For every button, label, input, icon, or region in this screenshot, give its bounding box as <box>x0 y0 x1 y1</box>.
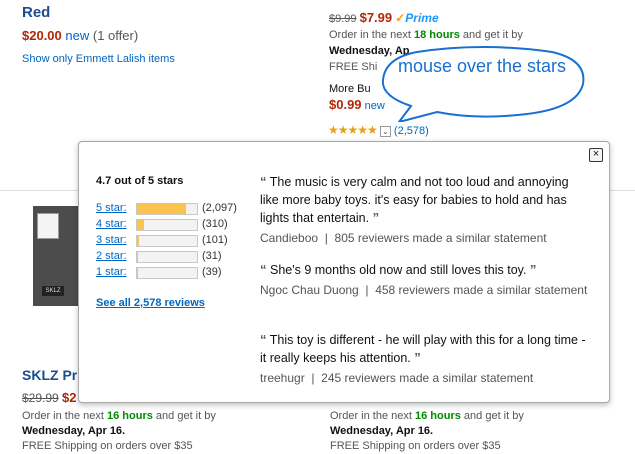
quote-similar: 805 reviewers made a similar statement <box>334 231 547 245</box>
product-image-detail <box>37 213 59 239</box>
histogram-count: (310) <box>202 218 228 230</box>
rating-row[interactable]: ★★★★★ ⌄ (2,578) <box>328 123 429 137</box>
delivery-date: Wednesday, Apr 16. <box>330 425 434 437</box>
histogram-count: (2,097) <box>202 202 237 214</box>
histogram-fill <box>137 236 140 246</box>
quote-similar: 458 reviewers made a similar statement <box>375 283 588 297</box>
sale-price: $7.99 <box>359 10 393 25</box>
histogram-fill <box>137 220 145 230</box>
quote-similar: 245 reviewers made a similar statement <box>321 371 534 385</box>
review-popover: × 4.7 out of 5 stars 5 star: (2,097) 4 s… <box>78 141 610 403</box>
product-price: $29.99 $2 <box>22 390 77 405</box>
chevron-down-icon[interactable]: ⌄ <box>379 125 391 137</box>
new-offer-link[interactable]: new <box>65 28 89 43</box>
show-only-link[interactable]: Show only Emmett Lalish items <box>22 53 175 65</box>
list-price: $9.99 <box>329 13 357 25</box>
review-quote: “ The music is very calm and not too lou… <box>260 174 569 245</box>
more-price: $0.99 <box>329 97 362 112</box>
histogram-fill <box>137 204 186 214</box>
quote-text: This toy is different - he will play wit… <box>260 333 586 365</box>
review-quote: “ She's 9 months old now and still loves… <box>260 262 588 297</box>
callout-text: mouse over the stars <box>397 56 567 76</box>
review-count-link[interactable]: (2,578) <box>394 125 429 137</box>
delivery-date: Wednesday, Apr 16. <box>22 425 126 437</box>
order-prefix: Order in the next <box>330 410 412 422</box>
list-price: $29.99 <box>22 391 59 405</box>
histogram-label[interactable]: 5 star: <box>96 202 134 214</box>
order-suffix: and get it by <box>462 29 523 41</box>
histogram-bar <box>136 203 198 215</box>
offer-count: (1 offer) <box>92 28 139 43</box>
close-quote-icon: ” <box>414 350 421 365</box>
order-prefix: Order in the next <box>329 29 411 41</box>
histogram-count: (31) <box>202 250 222 262</box>
order-prefix: Order in the next <box>22 410 104 422</box>
order-info: Order in the next 16 hours and get it by… <box>330 409 524 454</box>
free-shipping: FREE Shipping on orders over $35 <box>22 440 193 452</box>
quote-text: The music is very calm and not too loud … <box>260 175 569 225</box>
review-quote: “ This toy is different - he will play w… <box>260 332 586 385</box>
product-price: $20.00 new (1 offer) <box>22 28 138 43</box>
order-hours: 16 hours <box>415 410 461 422</box>
sale-price: $2 <box>62 390 77 405</box>
close-quote-icon: ” <box>372 210 380 225</box>
quote-author[interactable]: treehugr <box>260 371 305 385</box>
star-rating-icon[interactable]: ★★★★★ <box>328 123 378 137</box>
rating-summary: 4.7 out of 5 stars <box>96 175 184 187</box>
sklz-logo: SKLZ <box>42 286 64 296</box>
quote-author[interactable]: Ngoc Chau Duong <box>260 283 359 297</box>
order-hours: 18 hours <box>414 29 460 41</box>
quote-author[interactable]: Candieboo <box>260 231 318 245</box>
close-quote-icon: ” <box>529 262 537 277</box>
histogram-label[interactable]: 1 star: <box>96 266 134 278</box>
histogram-label[interactable]: 2 star: <box>96 250 134 262</box>
order-hours: 16 hours <box>107 410 153 422</box>
histogram-label[interactable]: 4 star: <box>96 218 134 230</box>
histogram-count: (39) <box>202 266 222 278</box>
histogram-label[interactable]: 3 star: <box>96 234 134 246</box>
quote-text: She's 9 months old now and still loves t… <box>269 263 527 277</box>
prime-icon: ✓ <box>395 11 406 25</box>
product-title[interactable]: SKLZ Pr <box>22 367 77 383</box>
histogram-count: (101) <box>202 234 228 246</box>
histogram-bar <box>136 267 198 279</box>
open-quote-icon: “ <box>260 332 267 347</box>
order-suffix: and get it by <box>155 410 216 422</box>
histogram-bar <box>136 251 198 263</box>
histogram-fill <box>137 268 138 278</box>
product-title[interactable]: Red <box>22 4 50 21</box>
order-suffix: and get it by <box>463 410 524 422</box>
open-quote-icon: “ <box>260 174 267 189</box>
order-info: Order in the next 16 hours and get it by… <box>22 409 216 454</box>
histogram-fill <box>137 252 138 262</box>
free-shipping: FREE Shipping on orders over $35 <box>330 440 501 452</box>
close-icon[interactable]: × <box>589 148 603 162</box>
prime-label: Prime <box>405 11 439 25</box>
histogram-bar <box>136 219 198 231</box>
price-value: $20.00 <box>22 28 62 43</box>
histogram-bar <box>136 235 198 247</box>
open-quote-icon: “ <box>260 262 267 277</box>
see-all-reviews-link[interactable]: See all 2,578 reviews <box>96 297 205 309</box>
